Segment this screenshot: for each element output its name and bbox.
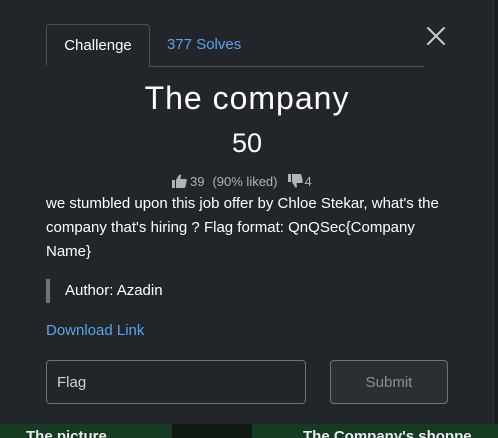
download-link[interactable]: Download Link [46,319,144,343]
dislikes-count: 4 [304,173,312,189]
challenge-tabs: Challenge 377 Solves [46,24,424,67]
challenge-rating: 39 (90% liked) 4 [172,173,312,189]
likes-count: 39 [190,173,205,189]
submit-button[interactable]: Submit [330,360,448,404]
background-challenge-card[interactable]: The picture [0,424,172,438]
challenge-points: 50 [231,128,263,158]
thumbs-down-icon[interactable] [287,174,303,188]
challenge-author: Author: Azadin [46,279,163,303]
tab-solves[interactable]: 377 Solves [167,24,241,66]
challenge-title: The company [144,80,350,116]
background-challenge-card[interactable]: The Company's shoppe [252,424,498,438]
challenge-description: we stumbled upon this job offer by Chloe… [46,195,439,260]
tab-challenge[interactable]: Challenge [46,24,150,67]
flag-input[interactable] [46,360,306,404]
close-icon[interactable] [424,24,448,48]
background-card-title: The Company's shoppe [303,428,472,438]
challenge-modal: Challenge 377 Solves The company 50 39 (… [0,0,494,424]
liked-percent: (90% liked) [212,173,278,189]
thumbs-up-icon[interactable] [172,174,187,188]
background-card-title: The picture [26,428,107,438]
